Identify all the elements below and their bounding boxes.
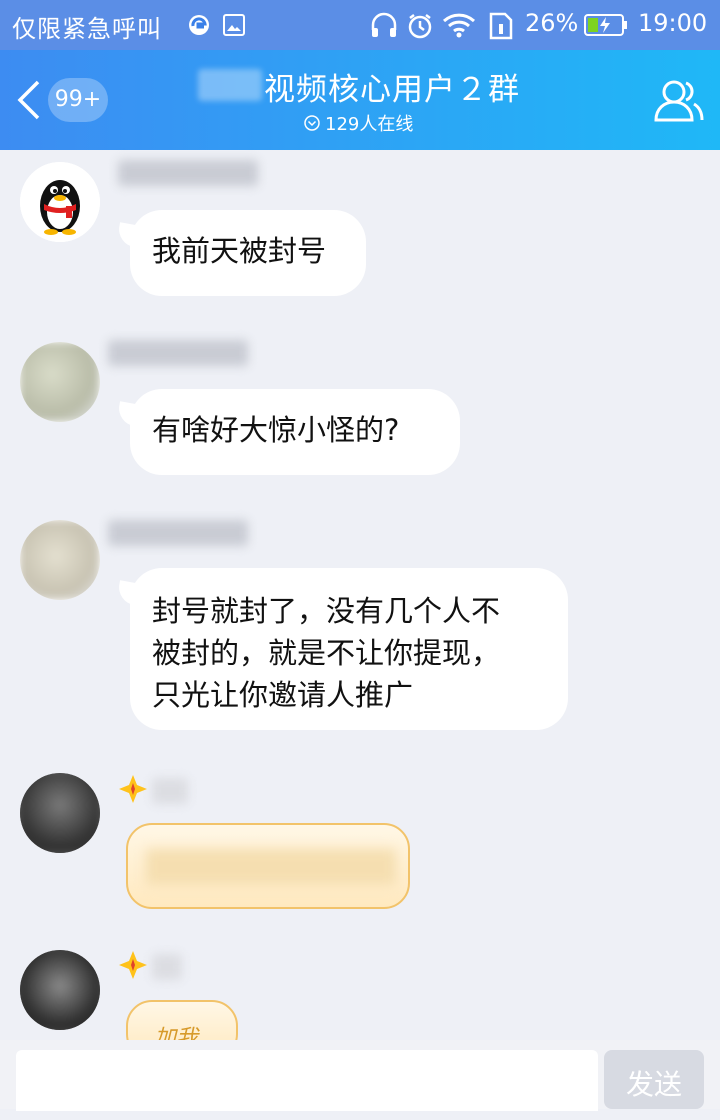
penguin-avatar-icon xyxy=(20,162,100,242)
message-bubble[interactable]: 有啥好大惊小怪的? xyxy=(130,389,460,475)
chevron-down-circle-icon xyxy=(304,115,320,131)
message-input[interactable] xyxy=(16,1050,598,1111)
gold-message-bubble[interactable] xyxy=(126,823,410,909)
group-title[interactable]: 视频核心用户２群 xyxy=(264,64,520,109)
sim-icon xyxy=(489,12,513,40)
message-bubble[interactable]: 封号就封了，没有几个人不 被封的，就是不让你提现， 只光让你邀请人推广 xyxy=(130,568,568,730)
redacted-sender-name xyxy=(108,340,248,366)
blurred-avatar-image xyxy=(20,342,100,422)
wifi-icon xyxy=(442,13,476,38)
avatar[interactable] xyxy=(20,520,100,600)
chat-header: 99+ 视频核心用户２群 129人在线 xyxy=(0,50,720,150)
message-text-line: 被封的，就是不让你提现， xyxy=(152,636,501,670)
member-star-icon xyxy=(119,951,147,979)
avatar[interactable] xyxy=(20,342,100,422)
alarm-icon xyxy=(408,14,432,39)
redacted-message-content xyxy=(146,849,396,885)
message-text: 我前天被封号 xyxy=(152,234,327,268)
back-arrow-icon[interactable] xyxy=(14,78,44,122)
message-text: 有啥好大惊小怪的? xyxy=(152,413,400,447)
blurred-avatar-image xyxy=(20,773,100,853)
avatar[interactable] xyxy=(20,162,100,242)
online-status[interactable]: 129人在线 xyxy=(304,110,413,136)
member-star-icon xyxy=(119,775,147,803)
clock: 19:00 xyxy=(638,9,708,37)
send-button[interactable]: 发送 xyxy=(604,1050,704,1109)
status-bar: 仅限紧急呼叫 26% 19:00 xyxy=(0,0,720,50)
redacted-sender-name xyxy=(118,160,258,186)
blurred-avatar-image xyxy=(20,520,100,600)
online-count: 129人在线 xyxy=(325,114,414,135)
carrier-text: 仅限紧急呼叫 xyxy=(12,15,162,43)
avatar[interactable] xyxy=(20,950,100,1030)
blurred-avatar-image xyxy=(20,950,100,1030)
avatar[interactable] xyxy=(20,773,100,853)
redacted-sender-name xyxy=(152,778,188,804)
composer-bar: 发送 xyxy=(0,1040,720,1111)
battery-percent: 26% xyxy=(525,9,579,37)
redacted-title-prefix xyxy=(198,69,262,101)
battery-charging-icon xyxy=(584,14,627,36)
message-text-line: 封号就封了，没有几个人不 xyxy=(152,594,501,628)
redacted-sender-name xyxy=(108,520,248,546)
image-icon xyxy=(223,14,245,36)
unread-badge[interactable]: 99+ xyxy=(48,78,108,122)
browser-icon xyxy=(189,15,209,35)
group-members-icon[interactable] xyxy=(652,76,704,124)
headphones-icon xyxy=(371,12,397,37)
message-bubble[interactable]: 我前天被封号 xyxy=(130,210,366,296)
message-text-line: 只光让你邀请人推广 xyxy=(152,678,414,712)
redacted-sender-name xyxy=(152,954,182,980)
